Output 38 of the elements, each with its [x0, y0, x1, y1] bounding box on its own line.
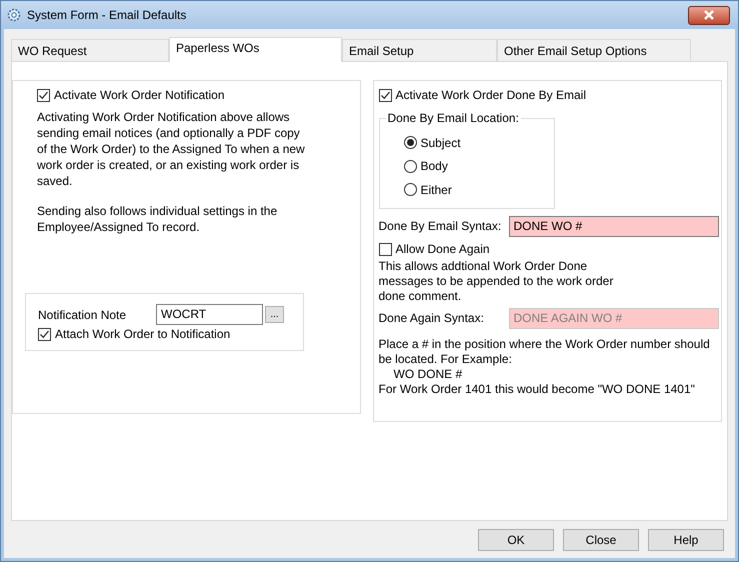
close-button[interactable]: [688, 6, 730, 24]
window-title: System Form - Email Defaults: [27, 7, 186, 24]
checkbox-label: Activate Work Order Done By Email: [396, 87, 586, 104]
checkbox-label: Activate Work Order Notification: [54, 87, 225, 104]
help-text: Place a # in the position where the Work Order number should be located. For Example:: [378, 337, 711, 367]
radio-button[interactable]: [404, 136, 416, 150]
checkbox[interactable]: [38, 328, 51, 340]
help-text: WO DONE #: [392, 367, 464, 382]
close-icon: [703, 10, 715, 20]
description-text: This allows addtional Work Order Done messages to be appended to the work order done comment.: [378, 259, 614, 304]
radio-label: Either: [420, 182, 452, 199]
dialog-button[interactable]: Close: [563, 529, 639, 551]
tab[interactable]: Paperless WOs: [169, 37, 342, 62]
tab[interactable]: Email Setup: [342, 39, 497, 61]
tab[interactable]: WO Request: [11, 39, 169, 61]
dialog-button[interactable]: OK: [478, 529, 554, 551]
checkbox-label: Allow Done Again: [396, 241, 490, 258]
field-label: Notification Note: [38, 306, 128, 324]
description-text: Activating Work Order Notification above allows sending email notices (and optionally a PDF copy of the Work Order) to the Assigned To when a new work order is created, or an existing work order is saved.: [37, 109, 305, 189]
radio-label: Body: [420, 158, 448, 176]
help-text: For Work Order 1401 this would become "WO DONE 1401": [378, 382, 696, 397]
checkbox[interactable]: [378, 88, 392, 102]
group-title: Done By Email Location:: [386, 111, 521, 125]
checkbox-label: Attach Work Order to Notification: [55, 326, 230, 343]
browse-button[interactable]: ...: [265, 306, 284, 323]
checkbox[interactable]: [37, 88, 50, 102]
field-label: Done Again Syntax:: [378, 310, 485, 327]
input-field[interactable]: DONE WO #: [508, 216, 718, 237]
dialog-button[interactable]: Help: [648, 529, 724, 551]
field-label: Done By Email Syntax:: [378, 218, 502, 235]
checkbox[interactable]: [378, 242, 392, 256]
description-text: Sending also follows individual settings in the Employee/Assigned To record.: [37, 203, 278, 235]
input-field[interactable]: WOCRT: [156, 304, 263, 325]
radio-label: Subject: [420, 134, 461, 152]
radio-button[interactable]: [404, 160, 416, 173]
radio-button[interactable]: [404, 183, 416, 196]
tab[interactable]: Other Email Setup Options: [497, 39, 691, 61]
gear-icon: [7, 8, 21, 22]
